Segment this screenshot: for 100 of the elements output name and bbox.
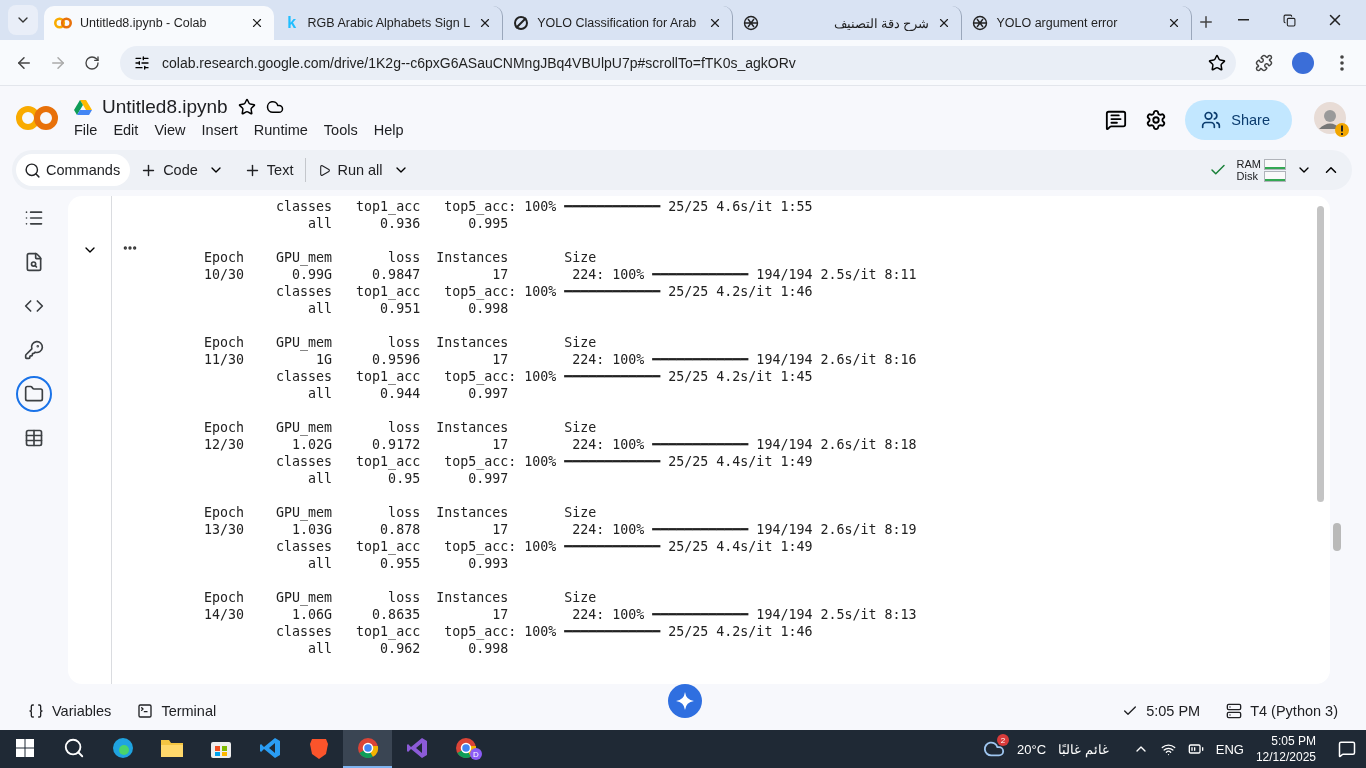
menu-item[interactable]: File <box>74 122 98 138</box>
weather-text[interactable]: غائم غالبًا <box>1058 741 1109 757</box>
braces-icon <box>28 703 44 719</box>
taskbar-app[interactable] <box>343 730 392 768</box>
play-icon <box>318 163 332 177</box>
knot-logo-icon <box>742 15 759 31</box>
output-text: 10/30 0.99G 0.9847 17 224: 100% ━━━━━━━━━━━━ 194/194 2.5s/it 8:11 <box>204 266 917 283</box>
search-icon <box>24 161 41 179</box>
menu-item[interactable]: Help <box>373 122 404 138</box>
table-of-contents-icon[interactable] <box>24 208 44 228</box>
scrollbar[interactable] <box>1333 523 1341 551</box>
reload-icon <box>84 54 100 71</box>
output-text: Epoch GPU_mem loss Instances Size <box>204 334 597 351</box>
clock[interactable]: 5:05 PM 12/12/2025 <box>1255 733 1316 765</box>
star-icon[interactable] <box>237 98 256 116</box>
output-text: classes top1_acc top5_acc: 100% ━━━━━━━━━━━━ 25/25 4.2s/it 1:46 <box>275 623 813 640</box>
share-button[interactable]: Share <box>1185 100 1292 140</box>
sparkle-icon <box>676 692 694 710</box>
output-text: all 0.962 0.998 <box>307 640 509 657</box>
language-indicator[interactable]: ENG <box>1215 741 1244 757</box>
wifi-icon[interactable] <box>1160 741 1176 757</box>
cloud-icon[interactable] <box>265 98 284 116</box>
minimize-icon <box>1237 19 1249 21</box>
output-text: all 0.944 0.997 <box>307 385 509 402</box>
comments-icon[interactable] <box>1105 109 1128 131</box>
output-text: Epoch GPU_mem loss Instances Size <box>204 504 597 521</box>
puzzle-icon <box>1255 53 1273 72</box>
site-info-icon[interactable] <box>134 54 150 71</box>
menu-item[interactable]: View <box>154 122 186 138</box>
output-text: 12/30 1.02G 0.9172 17 224: 100% ━━━━━━━━━━━━ 194/194 2.6s/it 8:18 <box>204 436 917 453</box>
people-icon <box>1201 110 1222 130</box>
lion-shield-icon[interactable] <box>308 737 329 759</box>
visual-studio-icon[interactable] <box>405 737 428 759</box>
chrome-icon[interactable] <box>355 736 380 760</box>
runtime-button[interactable]: T4 (Python 3) <box>1226 703 1338 719</box>
output-text: 11/30 1G 0.9596 17 224: 100% ━━━━━━━━━━━━ 194/194 2.6s/it 8:16 <box>204 351 917 368</box>
url-text: colab.research.google.com/drive/1K2g--c6pxG6ASauCNMngJBq4VBUlpU7p#scrollTo=fTK0s_agkORv <box>162 54 797 71</box>
add-code-button[interactable]: Code <box>134 154 204 186</box>
resource-meters[interactable]: RAM Disk <box>1236 158 1286 182</box>
battery-icon[interactable] <box>1187 741 1204 757</box>
windows-icon <box>15 739 34 757</box>
find-icon[interactable] <box>24 252 44 272</box>
key-icon[interactable] <box>24 340 44 360</box>
menu-item[interactable]: Edit <box>113 122 139 138</box>
browser-tab[interactable]: Untitled8.ipynb - Colab <box>43 6 274 40</box>
scrollbar[interactable] <box>1317 206 1324 502</box>
output-text: all 0.951 0.998 <box>307 300 509 317</box>
drive-icon[interactable] <box>74 99 92 115</box>
output-text: all 0.95 0.997 <box>307 470 509 487</box>
profile-avatar[interactable] <box>1292 51 1314 74</box>
code-editor-icon[interactable] <box>258 737 281 759</box>
temperature[interactable]: 20°C <box>1017 741 1047 757</box>
gemini-button[interactable] <box>668 684 702 718</box>
chrome-icon[interactable] <box>453 736 478 760</box>
terminal-button[interactable]: Terminal <box>137 703 217 719</box>
browser-icon[interactable] <box>110 736 135 760</box>
site-icon: k <box>283 14 300 32</box>
profile-badge: D <box>470 748 482 760</box>
output-text: all 0.936 0.995 <box>307 215 509 232</box>
sidebar-button[interactable] <box>16 376 52 412</box>
add-text-button[interactable]: Text <box>237 154 300 186</box>
output-text: Epoch GPU_mem loss Instances Size <box>204 589 597 606</box>
ring-logo-icon <box>513 15 530 31</box>
terminal-icon <box>137 703 154 719</box>
menu-icon <box>1340 54 1344 71</box>
bookmark-star-icon[interactable] <box>1208 53 1226 72</box>
menu-item[interactable]: Runtime <box>253 122 308 138</box>
search-icon <box>62 737 85 759</box>
output-text: classes top1_acc top5_acc: 100% ━━━━━━━━━━━━ 25/25 4.6s/it 1:55 <box>275 198 813 215</box>
server-icon <box>1226 703 1243 719</box>
output-text: all 0.955 0.993 <box>307 555 509 572</box>
output-text: 13/30 1.03G 0.878 17 224: 100% ━━━━━━━━━━━━ 194/194 2.6s/it 8:19 <box>204 521 917 538</box>
user-avatar[interactable] <box>1314 102 1350 138</box>
output-text: Epoch GPU_mem loss Instances Size <box>204 249 597 266</box>
variables-button[interactable]: Variables <box>28 703 112 719</box>
output-text: classes top1_acc top5_acc: 100% ━━━━━━━━━━━━ 25/25 4.2s/it 1:45 <box>275 368 813 385</box>
output-text: 14/30 1.06G 0.8635 17 224: 100% ━━━━━━━━━━━━ 194/194 2.5s/it 8:13 <box>204 606 917 623</box>
address-bar[interactable]: colab.research.google.com/drive/1K2g--c6pxG6ASauCNMngJBq4VBUlpU7p#scrollTo=fTK0s_agkORv <box>120 45 1236 80</box>
notifications-icon[interactable] <box>1338 740 1356 758</box>
notebook-title[interactable]: Untitled8.ipynb <box>102 96 228 118</box>
output-text: Epoch GPU_mem loss Instances Size <box>204 419 597 436</box>
menu-item[interactable]: Insert <box>201 122 238 138</box>
table-icon[interactable] <box>24 428 44 448</box>
knot-logo-icon <box>972 15 989 31</box>
folder-icon[interactable] <box>24 384 44 404</box>
folder-icon[interactable] <box>159 737 184 759</box>
tab-search-button[interactable] <box>8 5 38 35</box>
menu-item[interactable]: Tools <box>323 122 358 138</box>
colab-logo-icon <box>53 17 72 29</box>
weather-badge: 2 <box>997 734 1010 746</box>
output-text: classes top1_acc top5_acc: 100% ━━━━━━━━━━━━ 25/25 4.4s/it 1:49 <box>275 538 813 555</box>
restore-icon <box>1282 13 1296 27</box>
settings-icon[interactable] <box>1145 109 1168 131</box>
taskbar-app[interactable]: D <box>441 730 490 768</box>
output-text: classes top1_acc top5_acc: 100% ━━━━━━━━━━━━ 25/25 4.2s/it 1:46 <box>275 283 813 300</box>
run-all-button[interactable]: Run all <box>312 154 389 186</box>
colab-logo[interactable] <box>16 104 58 132</box>
output-text: classes top1_acc top5_acc: 100% ━━━━━━━━━━━━ 25/25 4.4s/it 1:49 <box>275 453 813 470</box>
commands-button[interactable]: Commands <box>16 154 131 186</box>
execution-status[interactable]: 5:05 PM <box>1122 703 1201 719</box>
